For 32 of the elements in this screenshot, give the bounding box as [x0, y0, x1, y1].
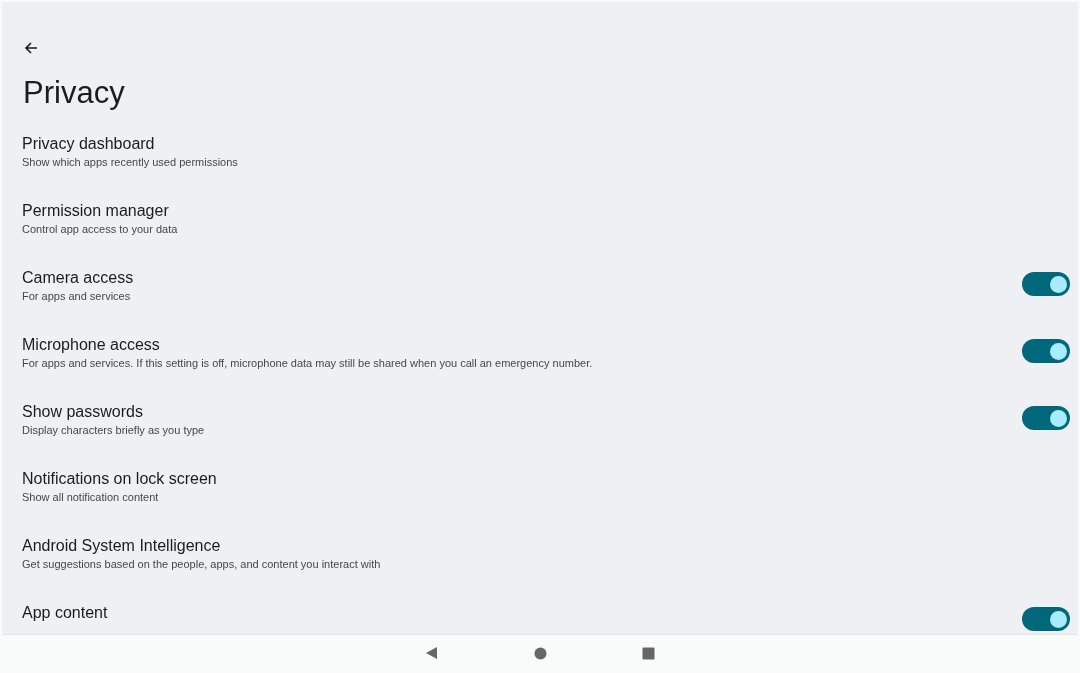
setting-title: Privacy dashboard: [22, 134, 156, 154]
back-arrow-icon[interactable]: [23, 40, 39, 56]
setting-title: Notifications on lock screen: [22, 469, 217, 489]
setting-title: Show passwords: [22, 402, 144, 422]
settings-item[interactable]: App content: [2, 602, 1078, 631]
toggle-switch[interactable]: [1022, 339, 1070, 363]
home-icon[interactable]: [534, 646, 547, 660]
settings-item[interactable]: Permission manager Control app access to your data: [2, 200, 1078, 267]
setting-summary: Display characters briefly as you type: [22, 423, 205, 438]
setting-summary: Show all notification content: [22, 490, 160, 505]
setting-title: Permission manager: [22, 201, 170, 221]
settings-item[interactable]: Android System Intelligence Get suggestions based on the people, apps, and content you interact with: [2, 535, 1078, 602]
settings-item[interactable]: Notifications on lock screen Show all notification content: [2, 468, 1078, 535]
setting-summary: For apps and services. If this setting is off, microphone data may still be shared when you call an emergency number.: [22, 356, 593, 371]
toggle-switch[interactable]: [1022, 406, 1070, 430]
setting-title: Microphone access: [22, 335, 161, 355]
recents-icon[interactable]: [642, 646, 655, 660]
setting-title: Camera access: [22, 268, 134, 288]
settings-item[interactable]: Show passwords Display characters briefly as you type: [2, 401, 1078, 468]
setting-title: Android System Intelligence: [22, 536, 222, 556]
back-icon[interactable]: [425, 646, 439, 660]
toggle-switch[interactable]: [1022, 607, 1070, 631]
setting-summary: Control app access to your data: [22, 222, 178, 237]
toggle-switch[interactable]: [1022, 272, 1070, 296]
settings-item[interactable]: Camera access For apps and services: [2, 267, 1078, 334]
settings-item[interactable]: Microphone access For apps and services. If this setting is off, microphone data may still be shared when you call an emergency number.: [2, 334, 1078, 401]
page-title: Privacy: [23, 75, 126, 111]
setting-summary: Get suggestions based on the people, apps, and content you interact with: [22, 557, 381, 572]
setting-summary: Show which apps recently used permissions: [22, 155, 238, 170]
setting-summary: For apps and services: [22, 289, 132, 304]
setting-title: App content: [22, 603, 108, 623]
settings-item[interactable]: Privacy dashboard Show which apps recently used permissions: [2, 133, 1078, 200]
